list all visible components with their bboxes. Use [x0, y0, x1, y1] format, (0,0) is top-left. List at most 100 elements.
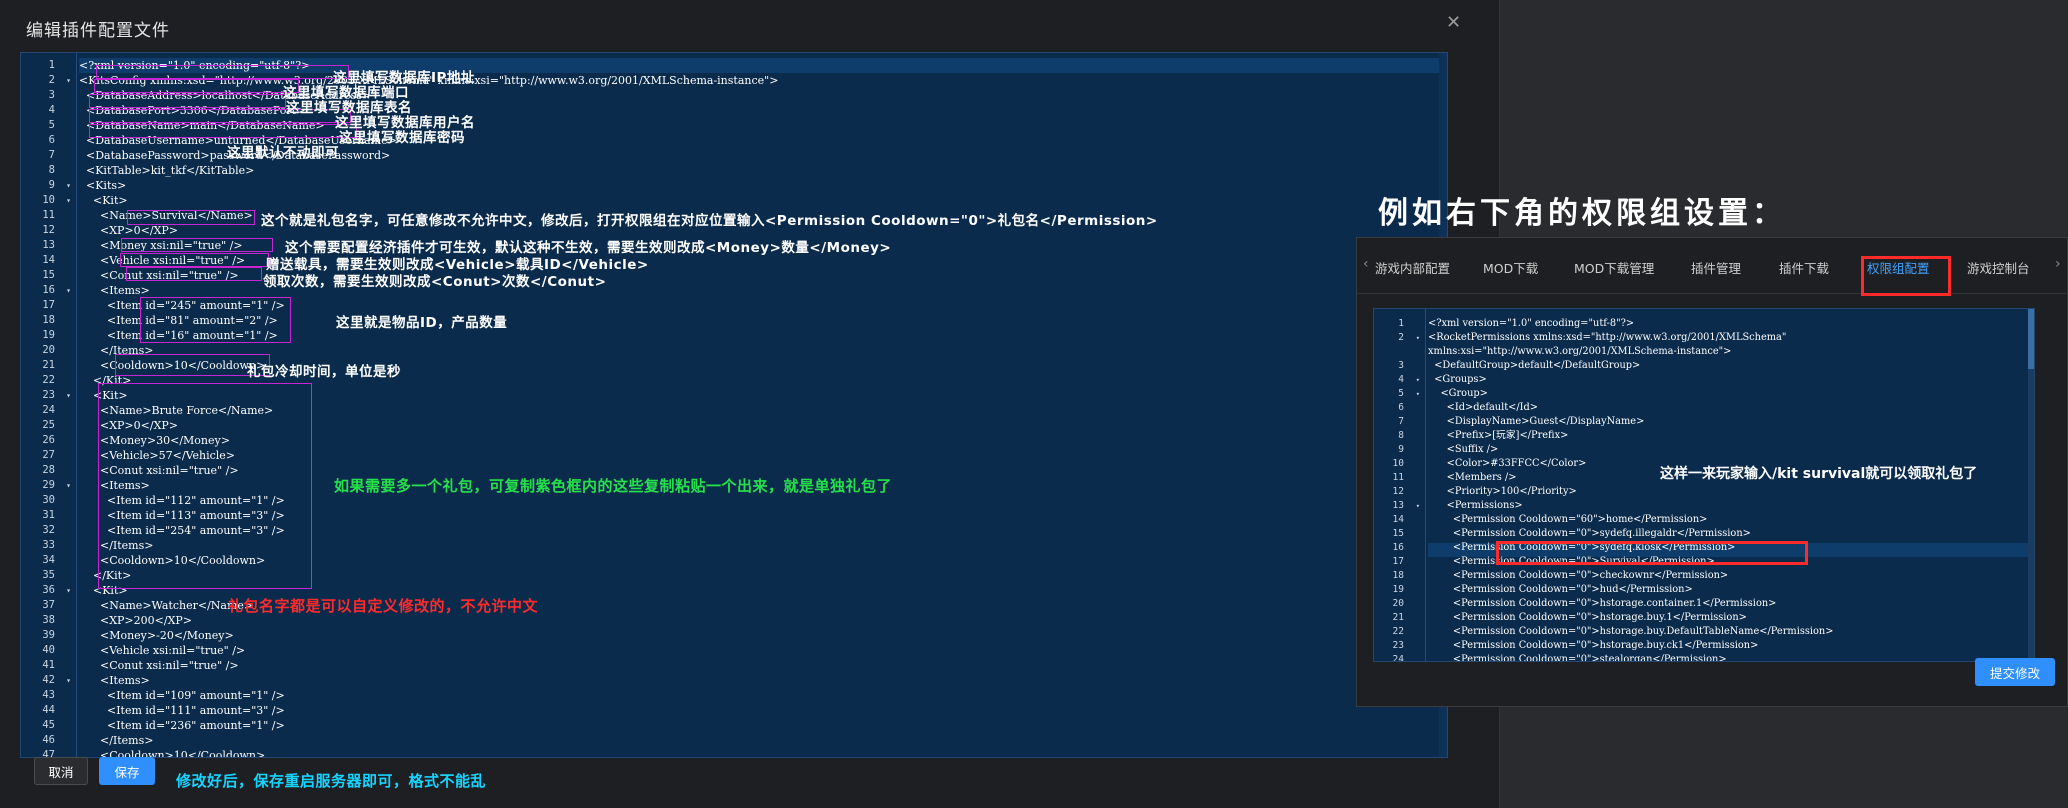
line-number: 31 — [21, 508, 77, 523]
fold-arrow-icon[interactable]: ▾ — [66, 178, 71, 193]
line-number: 12 — [21, 223, 77, 238]
code-line: </Items> — [79, 344, 154, 357]
line-number-text: 46 — [42, 734, 55, 746]
code-line: <Cooldown>10</Cooldown> — [79, 749, 266, 758]
line-number-text: 6 — [48, 134, 55, 146]
line-number-text: 27 — [42, 449, 55, 461]
line-number: 23 ▾ — [21, 388, 77, 403]
code-line: <Conut xsi:nil="true" /> — [79, 659, 239, 672]
cancel-button[interactable]: 取消 — [34, 757, 88, 785]
tab-plugin-download[interactable]: 插件下载 — [1779, 258, 1829, 277]
line-number-text: 22 — [42, 374, 55, 386]
inset-line-number: 17 — [1374, 555, 1426, 569]
tab-plugin-manage[interactable]: 插件管理 — [1691, 258, 1741, 277]
fold-arrow-icon[interactable]: ▾ — [66, 73, 71, 88]
line-number: 42 ▾ — [21, 673, 77, 688]
code-line: <Item id="111" amount="3" /> — [79, 704, 285, 717]
inset-line-number-text: 6 — [1398, 402, 1404, 413]
inset-code-body[interactable]: <?xml version="1.0" encoding="utf-8"?> <R… — [1428, 309, 2034, 661]
inset-code-line: <DefaultGroup>default</DefaultGroup> — [1428, 360, 1641, 371]
line-number: 14 — [21, 253, 77, 268]
tab-mod-download[interactable]: MOD下载 — [1483, 258, 1538, 277]
fold-arrow-icon[interactable]: ▾ — [66, 478, 71, 493]
highlight-box-db-address — [96, 65, 349, 79]
code-line: <Item id="109" amount="1" /> — [79, 689, 285, 702]
annotation-cooldown: 礼包冷却时间，单位是秒 — [247, 364, 401, 380]
line-number-gutter: 1 2 ▾ 3 4 5 6 7 8 9 ▾ 10 ▾ 11 12 13 14 15 16 ▾ 17 18 19 20 21 22 2… — [21, 53, 77, 757]
inset-line-number-text: 4 — [1398, 374, 1404, 385]
inset-line-number-text: 18 — [1392, 570, 1404, 581]
fold-arrow-icon[interactable]: ▾ — [1416, 387, 1420, 401]
code-line: <Item id="236" amount="1" /> — [79, 719, 285, 732]
code-line: </Items> — [79, 734, 154, 747]
inset-scrollbar[interactable] — [2028, 309, 2034, 661]
inset-line-number-text: 16 — [1392, 542, 1404, 553]
fold-arrow-icon[interactable]: ▾ — [66, 283, 71, 298]
save-button[interactable]: 保存 — [99, 757, 155, 785]
inset-tab-bar: ‹ 游戏内部配置 MOD下载 MOD下载管理 插件管理 插件下载 权限组配置 游… — [1357, 238, 2067, 296]
line-number: 8 — [21, 163, 77, 178]
line-number: 30 — [21, 493, 77, 508]
edit-plugin-config-modal: 编辑插件配置文件 ✕ 1 2 ▾ 3 4 5 6 7 8 9 ▾ 10 ▾ 11 12 13 14 15 16 ▾ 17… — [0, 0, 1500, 808]
line-number-text: 5 — [48, 119, 55, 131]
inset-line-number: 18 — [1374, 569, 1426, 583]
inset-line-number-text: 22 — [1392, 626, 1404, 637]
fold-arrow-icon[interactable]: ▾ — [1416, 331, 1420, 345]
annotation-copy-kit: 如果需要多一个礼包，可复制紫色框内的这些复制粘贴一个出来，就是单独礼包了 — [334, 477, 893, 495]
line-number: 5 — [21, 118, 77, 133]
annotation-conut: 领取次数，需要生效则改成<Conut>次数</Conut> — [263, 274, 607, 290]
inset-line-number: 19 — [1374, 583, 1426, 597]
inset-line-number: 20 — [1374, 597, 1426, 611]
fold-arrow-icon[interactable]: ▾ — [66, 193, 71, 208]
fold-arrow-icon[interactable]: ▾ — [66, 583, 71, 598]
line-number: 37 — [21, 598, 77, 613]
fold-arrow-icon[interactable]: ▾ — [1416, 373, 1420, 387]
inset-code-line: <Prefix>[玩家]</Prefix> — [1428, 430, 1569, 441]
line-number-text: 18 — [42, 314, 55, 326]
line-number-text: 2 — [48, 74, 55, 86]
close-icon[interactable]: ✕ — [1446, 12, 1461, 33]
line-number: 43 — [21, 688, 77, 703]
line-number-text: 8 — [48, 164, 55, 176]
line-number: 41 — [21, 658, 77, 673]
permissions-panel-screenshot: ‹ 游戏内部配置 MOD下载 MOD下载管理 插件管理 插件下载 权限组配置 游… — [1356, 237, 2068, 707]
code-line: <Kit> — [79, 194, 128, 207]
inset-code-line: <Suffix /> — [1428, 444, 1499, 455]
tab-game-console[interactable]: 游戏控制台 — [1967, 258, 2030, 277]
inset-line-number-text: 15 — [1392, 528, 1404, 539]
annotation-items: 这里就是物品ID，产品数量 — [336, 315, 508, 331]
line-number: 29 ▾ — [21, 478, 77, 493]
line-number: 20 — [21, 343, 77, 358]
inset-line-number: 3 — [1374, 359, 1426, 373]
line-number-text: 42 — [42, 674, 55, 686]
inset-line-number: 5 ▾ — [1374, 387, 1426, 401]
tab-game-config[interactable]: 游戏内部配置 — [1375, 258, 1450, 277]
inset-line-number: 6 — [1374, 401, 1426, 415]
inset-line-number-text: 3 — [1398, 360, 1404, 371]
inset-code-line: <?xml version="1.0" encoding="utf-8"?> — [1428, 318, 1635, 329]
line-number-text: 14 — [42, 254, 55, 266]
inset-line-number-text: 5 — [1398, 388, 1404, 399]
config-code-editor[interactable]: 1 2 ▾ 3 4 5 6 7 8 9 ▾ 10 ▾ 11 12 13 14 15 16 ▾ 17 18 19 20 21 22 2… — [20, 52, 1448, 758]
submit-button[interactable]: 提交修改 — [1975, 658, 2055, 686]
line-number-text: 21 — [42, 359, 55, 371]
inset-line-number-text: 21 — [1392, 612, 1404, 623]
fold-arrow-icon[interactable]: ▾ — [1416, 499, 1420, 513]
line-number: 7 — [21, 148, 77, 163]
line-number: 11 — [21, 208, 77, 223]
inset-code-line: <Permission Cooldown="0">hstorage.contai… — [1428, 598, 1777, 609]
permissions-code-editor[interactable]: 1 2 ▾ 3 4 ▾ 5 ▾ 6 7 8 9 10 11 12 13 ▾ 14 15 16 17 18 19 20 21 22 2… — [1373, 308, 2035, 662]
line-number-text: 13 — [42, 239, 55, 251]
inset-line-number-text: 11 — [1392, 472, 1404, 483]
line-number-text: 33 — [42, 539, 55, 551]
tab-mod-manage[interactable]: MOD下载管理 — [1574, 258, 1654, 277]
inset-line-number: 7 — [1374, 415, 1426, 429]
line-number: 21 — [21, 358, 77, 373]
fold-arrow-icon[interactable]: ▾ — [66, 673, 71, 688]
inset-code-line: <Permission Cooldown="0">hstorage.buy.De… — [1428, 626, 1834, 637]
fold-arrow-icon[interactable]: ▾ — [66, 388, 71, 403]
inset-line-number: 21 — [1374, 611, 1426, 625]
chevron-right-icon[interactable]: › — [2055, 256, 2061, 272]
line-number-text: 32 — [42, 524, 55, 536]
chevron-left-icon[interactable]: ‹ — [1363, 256, 1369, 272]
